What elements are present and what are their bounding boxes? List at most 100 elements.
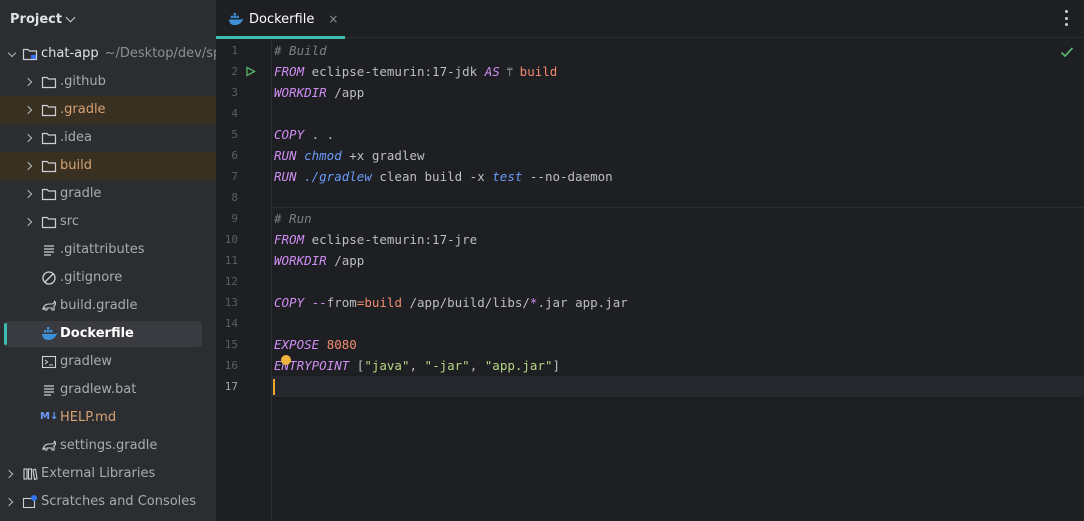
chevron-right-icon[interactable] [23,217,33,227]
flag-dashes: -- [311,295,327,310]
keyword: WORKDIR [274,85,327,100]
code-line: COPY --from=build /app/build/libs/*.jar … [274,292,1084,313]
code-line: WORKDIR /app [274,250,1084,271]
line-number: 7 [231,170,238,183]
tree-item-github[interactable]: .github [0,68,216,96]
tree-item-label: build.gradle [60,298,138,313]
chevron-right-icon[interactable] [23,161,33,171]
tree-item-label: src [60,214,79,229]
checkmark-icon[interactable] [1060,46,1074,58]
code-text: +x gradlew [341,148,425,163]
tree-item-gradle-cache[interactable]: .gradle [0,96,216,124]
tree-item-help-md[interactable]: M↓ HELP.md [0,404,216,432]
project-panel-header[interactable]: Project [0,0,216,38]
markdown-icon: M↓ [40,411,59,422]
line-number: 12 [224,275,238,288]
folder-icon [41,160,57,173]
close-icon[interactable]: × [328,12,338,26]
line-number: 10 [224,233,238,246]
tree-item-label: .gradle [60,102,106,117]
tree-item-gitignore[interactable]: .gitignore [0,264,216,292]
line-number: 16 [224,359,238,372]
tree-item-label: chat-app [41,46,99,61]
tab-label: Dockerfile [249,11,315,27]
command: test [492,169,523,184]
tree-item-path: ~/Desktop/dev/spi [104,46,216,61]
stage-name: build [364,295,402,310]
text-cursor [273,379,275,395]
chevron-right-icon[interactable] [23,77,33,87]
code-line: FROM eclipse-temurin:17-jre [274,229,1084,250]
stage-name: build [519,64,558,79]
line-number: 15 [224,338,238,351]
editor-area: Dockerfile × 1 2 3 4 5 6 7 8 9 10 11 12 … [216,0,1084,521]
tab-dockerfile[interactable]: Dockerfile × [216,0,345,39]
chevron-right-icon[interactable] [23,133,33,143]
project-panel-title: Project [10,11,63,27]
run-icon[interactable] [245,66,256,77]
code-line-current [272,376,1084,397]
tree-item-dockerfile[interactable]: Dockerfile [0,320,216,348]
code-line: # Run [274,208,1084,229]
line-number: 2 [231,65,238,78]
code-text: . . [304,127,335,142]
chevron-right-icon[interactable] [4,497,14,507]
tree-item-label: External Libraries [41,466,156,481]
tree-item-label: Scratches and Consoles [41,494,197,509]
code-text: ] [552,358,561,373]
keyword: FROM [274,64,305,79]
chevron-right-icon[interactable] [4,469,14,479]
code-text: /app [326,85,365,100]
tree-item-idea[interactable]: .idea [0,124,216,152]
project-panel: Project chat-app ~/Desktop/dev/spi .githu… [0,0,216,521]
chevron-down-icon[interactable] [65,12,76,22]
tree-item-gitattributes[interactable]: .gitattributes [0,236,216,264]
line-number: 13 [224,296,238,309]
tree-item-root[interactable]: chat-app ~/Desktop/dev/spi [0,40,216,68]
tree-item-settings-gradle[interactable]: settings.gradle [0,432,216,460]
folder-icon [41,76,57,89]
line-number: 5 [231,128,238,141]
code-text: eclipse-temurin:17-jre [304,232,478,247]
more-options-icon[interactable] [1064,10,1068,26]
keyword: COPY [274,127,305,142]
comment: # Build [274,43,327,58]
code-line: FROM eclipse-temurin:17-jdk AS ⍑ build [274,61,1084,82]
code-editor[interactable]: # Build FROM eclipse-temurin:17-jdk AS ⍑… [272,40,1084,521]
line-number: 11 [224,254,238,267]
comment: # Run [274,211,312,226]
lightbulb-icon[interactable] [281,355,291,365]
code-text: .jar app.jar [537,295,628,310]
tree-item-external-libraries[interactable]: External Libraries [0,460,216,488]
code-text: /app [326,253,365,268]
chevron-expanded-icon[interactable] [7,48,17,58]
line-number: 9 [231,212,238,225]
code-text: clean build -x [371,169,493,184]
line-number-current: 17 [224,380,238,393]
tree-item-gradlew-bat[interactable]: gradlew.bat [0,376,216,404]
tree-item-label: Dockerfile [60,326,134,341]
tree-item-gradle[interactable]: gradle [0,180,216,208]
tree-item-src[interactable]: src [0,208,216,236]
keyword: EXPOSE [274,337,320,352]
keyword: WORKDIR [274,253,327,268]
editor-tab-bar: Dockerfile × [216,0,1084,39]
active-tab-indicator [216,36,345,39]
keyword: RUN [274,169,297,184]
code-text: eclipse-temurin:17-jdk [304,64,485,79]
line-number: 4 [231,107,238,120]
chevron-right-icon[interactable] [23,105,33,115]
tree-item-build-gradle[interactable]: build.gradle [0,292,216,320]
tree-item-label: .gitattributes [60,242,145,257]
folder-icon [41,188,57,201]
library-icon [23,468,38,481]
tree-item-gradlew[interactable]: gradlew [0,348,216,376]
module-folder-icon [22,48,38,61]
line-number: 8 [231,191,238,204]
keyword: AS [484,64,500,79]
tree-item-build[interactable]: build [0,152,216,180]
tree-item-scratches[interactable]: Scratches and Consoles [0,488,216,516]
ignore-file-icon [42,271,56,285]
chevron-right-icon[interactable] [23,189,33,199]
flag-name: from [326,295,357,310]
